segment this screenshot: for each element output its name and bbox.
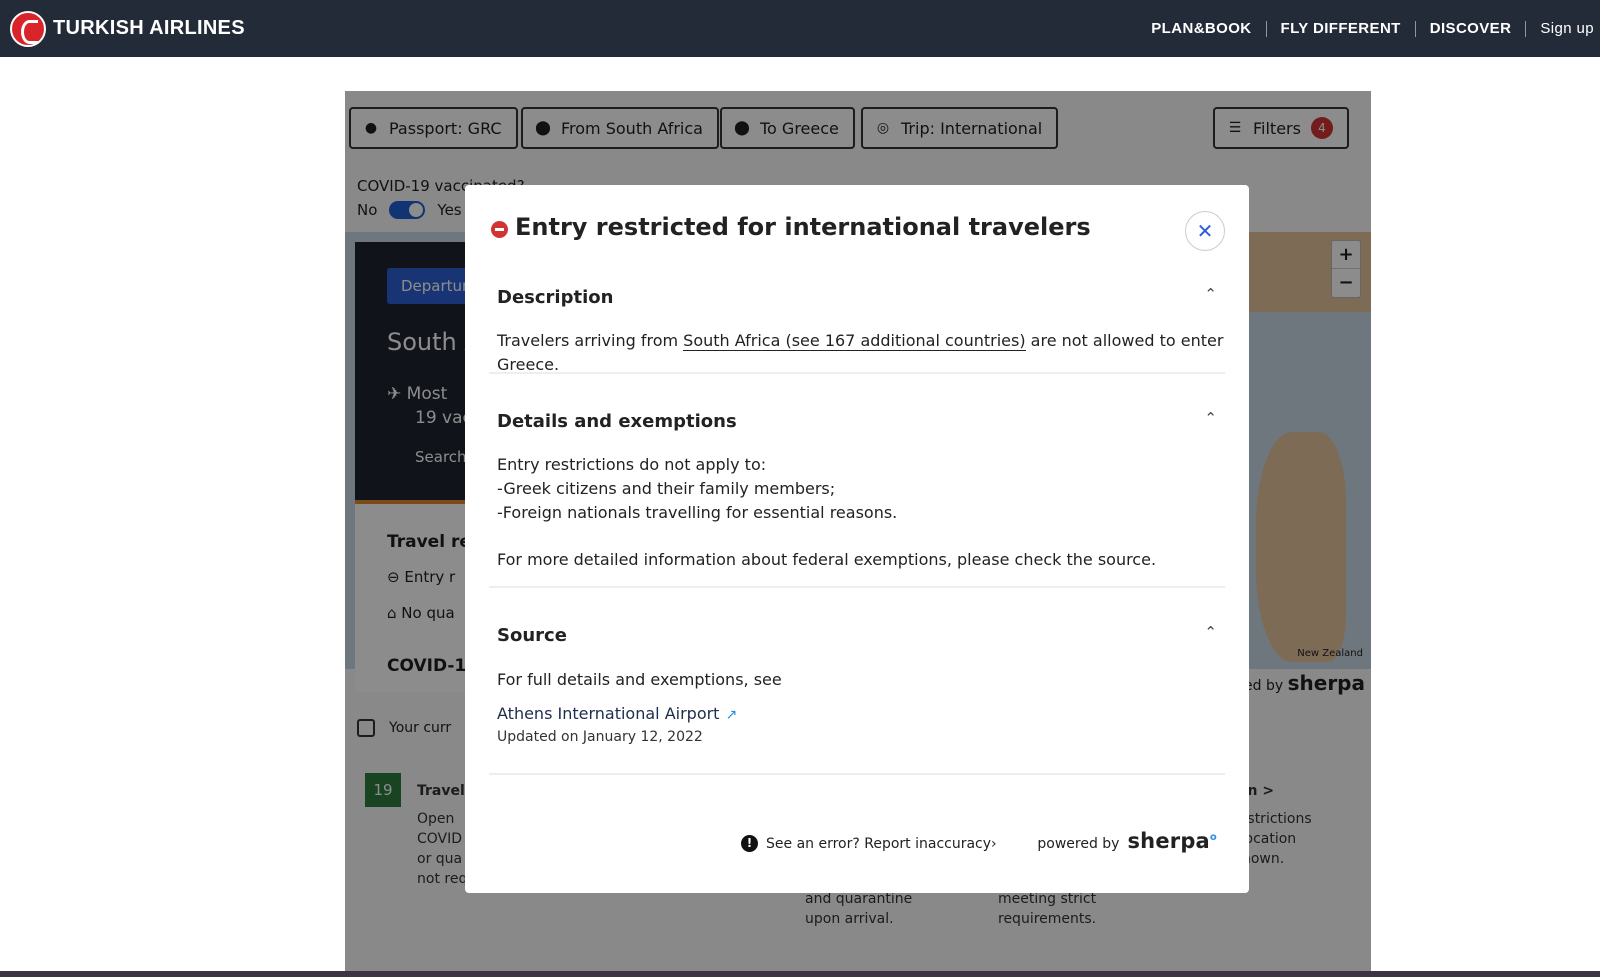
description-text-start: Travelers arriving from [497, 331, 684, 350]
alert-icon: ! [741, 835, 758, 852]
details-heading[interactable]: Details and exemptions [497, 411, 737, 432]
details-line-1: Entry restrictions do not apply to: [497, 455, 767, 474]
report-inaccuracy-link[interactable]: ! See an error? Report inaccuracy› [741, 835, 997, 852]
top-navigation-bar: TURKISH AIRLINES PLAN&BOOK FLY DIFFERENT… [0, 0, 1600, 57]
sherpa-logo: sherpao [1127, 829, 1217, 853]
chevron-up-icon[interactable]: ⌃ [1204, 623, 1217, 641]
bottom-strip [0, 971, 1600, 977]
report-inaccuracy-label: See an error? Report inaccuracy› [766, 835, 997, 852]
nav-discover[interactable]: DISCOVER [1416, 20, 1527, 37]
modal-title: Entry restricted for international trave… [515, 213, 1091, 241]
description-section: Description ⌃ Travelers arriving from So… [489, 271, 1225, 374]
source-heading[interactable]: Source [497, 625, 567, 646]
modal-header: Entry restricted for international trave… [491, 213, 1091, 241]
restricted-icon [491, 220, 508, 238]
turkish-airlines-logo-icon [10, 10, 46, 47]
chevron-up-icon[interactable]: ⌃ [1204, 409, 1217, 427]
source-link[interactable]: Athens International Airport ↗ [497, 704, 737, 723]
powered-by-label: powered by [1037, 836, 1120, 852]
powered-by-sherpa[interactable]: powered by sherpao [1037, 829, 1217, 853]
updated-date: Updated on January 12, 2022 [497, 729, 703, 745]
close-button[interactable]: ✕ [1185, 211, 1225, 251]
source-link-label: Athens International Airport [497, 704, 720, 723]
nav-fly-different[interactable]: FLY DIFFERENT [1267, 20, 1416, 37]
external-link-icon: ↗ [725, 707, 738, 723]
sherpa-logo-dot: o [1209, 832, 1217, 843]
additional-countries-link[interactable]: South Africa (see 167 additional countri… [683, 331, 1026, 351]
nav-plan-book[interactable]: PLAN&BOOK [1137, 20, 1267, 37]
details-line-3: -Foreign nationals travelling for essent… [497, 503, 898, 522]
chevron-up-icon[interactable]: ⌃ [1204, 285, 1217, 303]
entry-restriction-modal: Entry restricted for international trave… [465, 185, 1249, 893]
sherpa-logo-text: sherpa [1127, 829, 1210, 853]
source-intro: For full details and exemptions, see [497, 670, 782, 689]
description-heading[interactable]: Description [497, 287, 613, 308]
main-nav: PLAN&BOOK FLY DIFFERENT DISCOVER Sign up [1137, 0, 1594, 57]
description-text: Travelers arriving from South Africa (se… [497, 329, 1225, 377]
brand-logo-link[interactable]: TURKISH AIRLINES [10, 10, 245, 47]
details-line-2: -Greek citizens and their family members… [497, 479, 836, 498]
source-section: Source ⌃ For full details and exemptions… [489, 588, 1225, 775]
details-line-4: For more detailed information about fede… [497, 550, 1157, 569]
details-section: Details and exemptions ⌃ Entry restricti… [489, 374, 1225, 588]
brand-name: TURKISH AIRLINES [53, 17, 245, 39]
close-icon: ✕ [1196, 219, 1214, 243]
nav-sign-up[interactable]: Sign up [1526, 20, 1594, 37]
